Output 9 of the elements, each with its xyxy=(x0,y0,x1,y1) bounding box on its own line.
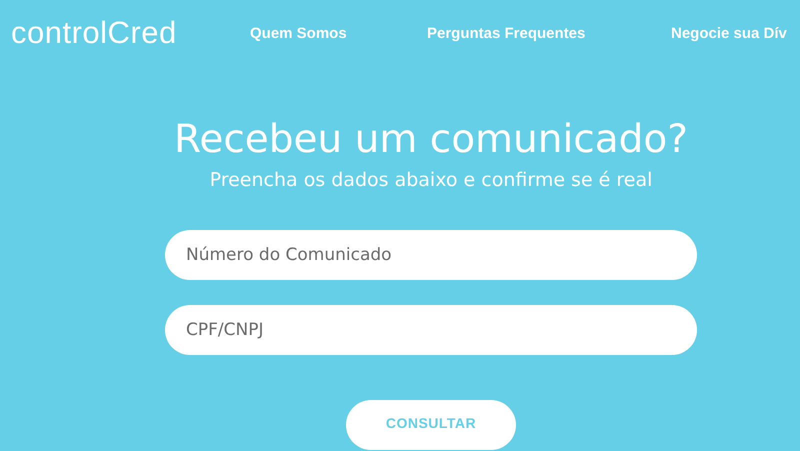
logo[interactable]: controlCred xyxy=(11,15,250,51)
nav-link[interactable]: Quem Somos xyxy=(250,24,427,42)
hero-subtitle: Preencha os dados abaixo e confirme se é real xyxy=(210,168,652,192)
nav-link[interactable]: Perguntas Frequentes xyxy=(427,24,671,42)
nav-link[interactable]: Negocie sua Dív xyxy=(671,24,787,42)
input-field[interactable]: CPF/CNPJ xyxy=(165,305,697,355)
consult-button[interactable]: CONSULTAR xyxy=(346,400,516,450)
input-field[interactable]: Número do Comunicado xyxy=(165,230,697,280)
hero-title: Recebeu um comunicado? xyxy=(174,116,688,164)
